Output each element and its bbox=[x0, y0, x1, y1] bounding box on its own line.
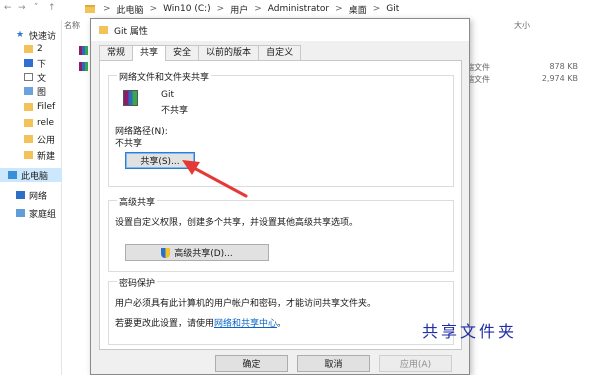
arrow-head bbox=[182, 160, 200, 175]
arrow-shaft bbox=[192, 166, 248, 198]
annotation-label: 共享文件夹 bbox=[422, 322, 518, 341]
tab-sharing[interactable]: 共享 bbox=[132, 45, 167, 61]
